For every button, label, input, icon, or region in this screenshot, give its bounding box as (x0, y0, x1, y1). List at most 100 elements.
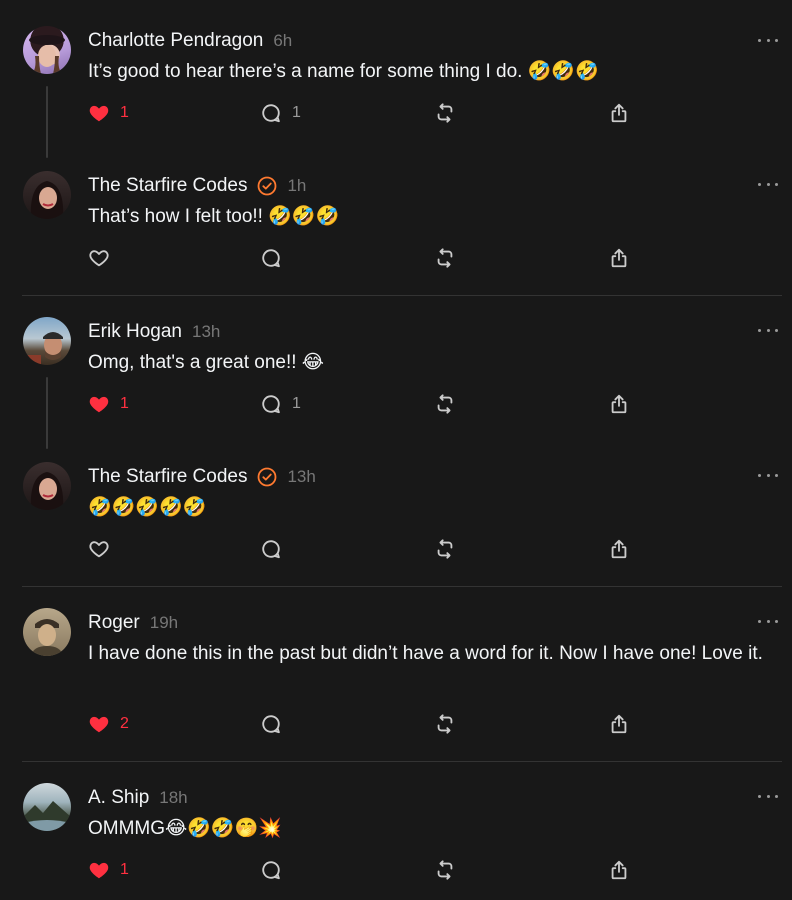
avatar-woman-dark-hair-icon (30, 181, 64, 219)
divider (22, 761, 782, 762)
action-bar: 1 1 (88, 391, 648, 417)
share-icon (611, 539, 627, 559)
avatar[interactable] (23, 608, 71, 656)
like-count: 2 (120, 715, 129, 732)
more-options-icon[interactable] (758, 792, 778, 800)
avatar-woman-dark-hair-icon (30, 472, 64, 510)
reply-button[interactable] (260, 245, 292, 271)
repost-icon (437, 860, 453, 880)
comment-icon (262, 540, 280, 559)
repost-icon (437, 714, 453, 734)
heart-outline-icon (89, 250, 109, 267)
timestamp: 6h (273, 31, 293, 50)
like-count: 1 (120, 395, 129, 412)
share-icon (611, 248, 627, 268)
reply-button[interactable] (260, 711, 292, 737)
like-button[interactable]: 1 (88, 391, 129, 417)
thread-line (46, 86, 48, 158)
divider (22, 295, 782, 296)
author-name[interactable]: The Starfire Codes (88, 175, 247, 197)
avatar[interactable] (23, 171, 71, 219)
action-bar (88, 245, 648, 271)
avatar[interactable] (23, 26, 71, 74)
author-name[interactable]: The Starfire Codes (88, 466, 247, 488)
like-button[interactable]: 2 (88, 711, 129, 737)
author-name[interactable]: Erik Hogan (88, 321, 182, 343)
post-text: 🤣🤣🤣🤣🤣 (88, 497, 207, 518)
share-icon (611, 103, 627, 123)
reply-count: 1 (292, 395, 301, 412)
reply-button[interactable] (260, 857, 292, 883)
author-name[interactable]: Roger (88, 612, 140, 634)
share-button[interactable] (608, 857, 630, 883)
post-text: Omg, that's a great one!! 😂 (88, 352, 324, 373)
share-button[interactable] (608, 391, 630, 417)
action-bar (88, 536, 648, 562)
repost-icon (437, 394, 453, 414)
more-options-icon[interactable] (758, 326, 778, 334)
post-text: It’s good to hear there’s a name for som… (88, 61, 599, 82)
verified-badge-icon (258, 467, 277, 487)
share-button[interactable] (608, 245, 630, 271)
post-text: OMMMG😂🤣🤣🤭💥 (88, 818, 282, 839)
share-icon (611, 860, 627, 880)
repost-button[interactable] (434, 391, 456, 417)
share-button[interactable] (608, 100, 630, 126)
comment-icon (262, 715, 280, 734)
like-count: 1 (120, 861, 129, 878)
timestamp: 1h (287, 176, 307, 195)
reply-button[interactable]: 1 (260, 100, 301, 126)
reply-button[interactable] (260, 536, 292, 562)
repost-button[interactable] (434, 857, 456, 883)
comment-icon (262, 861, 280, 880)
avatar-man-vintage-icon (31, 619, 63, 656)
heart-filled-icon (89, 396, 109, 413)
post-text: That’s how I felt too!! 🤣🤣🤣 (88, 206, 340, 227)
verified-badge-icon (258, 176, 277, 196)
avatar-man-cap-icon (27, 332, 63, 365)
repost-button[interactable] (434, 536, 456, 562)
more-options-icon[interactable] (758, 36, 778, 44)
like-count: 1 (120, 104, 129, 121)
heart-outline-icon (89, 541, 109, 558)
avatar[interactable] (23, 783, 71, 831)
divider (22, 586, 782, 587)
share-button[interactable] (608, 711, 630, 737)
comment-icon (262, 249, 280, 268)
share-button[interactable] (608, 536, 630, 562)
like-button[interactable]: 1 (88, 100, 129, 126)
more-options-icon[interactable] (758, 180, 778, 188)
timestamp: 19h (149, 613, 179, 632)
heart-filled-icon (89, 862, 109, 879)
repost-icon (437, 103, 453, 123)
reply-count: 1 (292, 104, 301, 121)
like-button[interactable]: 1 (88, 857, 129, 883)
share-icon (611, 714, 627, 734)
heart-filled-icon (89, 716, 109, 733)
action-bar: 1 (88, 857, 648, 883)
like-button[interactable] (88, 245, 120, 271)
timestamp: 13h (287, 467, 316, 486)
author-name[interactable]: A. Ship (88, 787, 149, 809)
reply-button[interactable]: 1 (260, 391, 301, 417)
heart-filled-icon (89, 105, 109, 122)
repost-button[interactable] (434, 100, 456, 126)
repost-button[interactable] (434, 245, 456, 271)
post-text: I have done this in the past but didn’t … (88, 643, 763, 664)
more-options-icon[interactable] (758, 617, 778, 625)
like-button[interactable] (88, 536, 120, 562)
thread-line (46, 377, 48, 449)
more-options-icon[interactable] (758, 471, 778, 479)
repost-button[interactable] (434, 711, 456, 737)
timestamp: 13h (192, 322, 221, 341)
timestamp: 18h (159, 788, 188, 807)
author-name[interactable]: Charlotte Pendragon (88, 30, 263, 52)
action-bar: 1 1 (88, 100, 648, 126)
avatar[interactable] (23, 462, 71, 510)
repost-icon (437, 248, 453, 268)
avatar-woman-hat-icon (29, 35, 65, 74)
avatar[interactable] (23, 317, 71, 365)
comment-icon (262, 104, 280, 123)
share-icon (611, 394, 627, 414)
action-bar: 2 (88, 711, 648, 737)
